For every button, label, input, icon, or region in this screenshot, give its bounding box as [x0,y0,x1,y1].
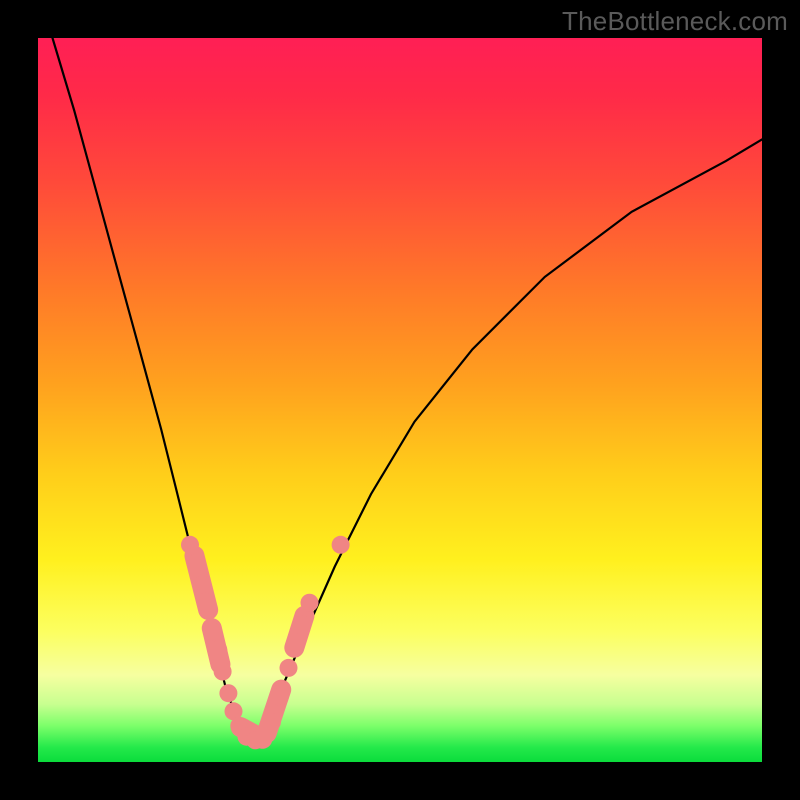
data-point [181,536,199,554]
data-point [301,594,319,612]
data-point [271,688,289,706]
data-point [209,641,227,659]
data-point [193,576,211,594]
data-point [280,659,298,677]
data-point [287,634,305,652]
data-point [187,554,205,572]
curve-layer [53,38,763,740]
watermark-text: TheBottleneck.com [562,6,788,37]
bottleneck-curve [53,38,763,740]
plot-area [38,38,762,762]
chart-frame: TheBottleneck.com [0,0,800,800]
chart-svg [38,38,762,762]
data-point [293,615,311,633]
data-point [198,594,216,612]
data-point [204,623,222,641]
data-point [332,536,350,554]
data-point [214,663,232,681]
data-point [219,684,237,702]
data-point [263,713,281,731]
